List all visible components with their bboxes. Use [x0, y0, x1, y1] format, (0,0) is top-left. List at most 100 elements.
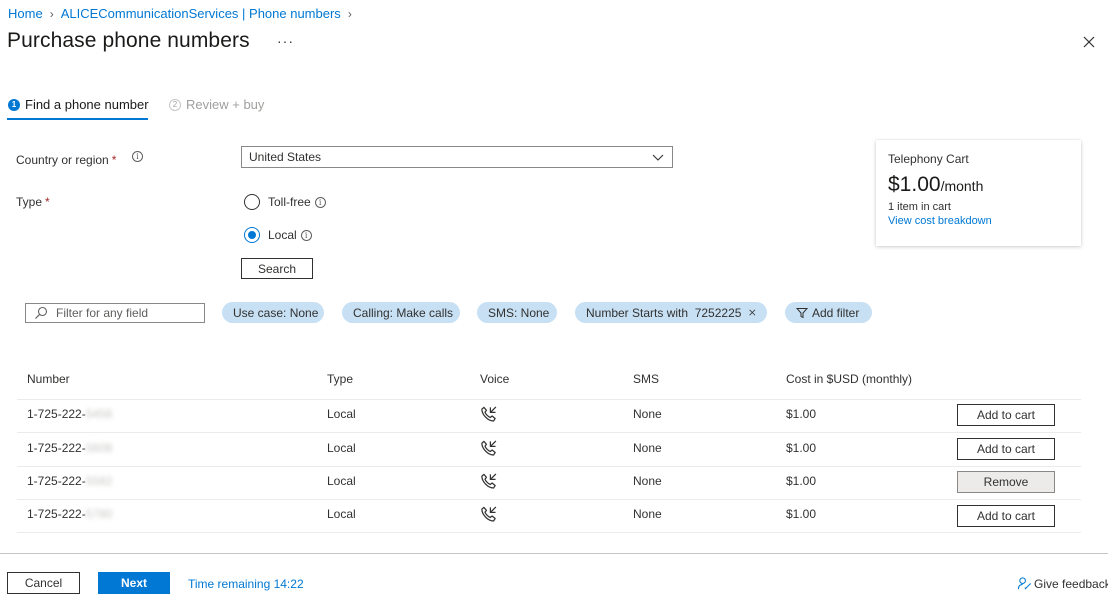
chevron-right-icon: ›: [49, 6, 54, 21]
table-row-cost: $1.00: [786, 407, 817, 421]
table-row-cost: $1.00: [786, 474, 817, 488]
radio-label: Local: [268, 228, 297, 242]
table-row-type: Local: [327, 407, 356, 421]
row-divider: [17, 499, 1081, 500]
close-icon[interactable]: [1079, 32, 1099, 52]
more-options-icon[interactable]: ···: [277, 33, 294, 49]
filter-text-field[interactable]: [56, 306, 196, 320]
add-to-cart-button[interactable]: Add to cart: [957, 505, 1055, 527]
country-select[interactable]: United States: [241, 146, 673, 168]
row-divider: [17, 466, 1081, 467]
column-header-cost: Cost in $USD (monthly): [786, 372, 913, 386]
country-label: Country or region *: [16, 153, 116, 167]
info-icon[interactable]: i: [300, 229, 312, 241]
cart-title: Telephony Cart: [888, 152, 969, 166]
filter-icon: [796, 307, 808, 318]
add-to-cart-button[interactable]: Add to cart: [957, 404, 1055, 426]
breadcrumb: Home › ALICECommunicationServices | Phon…: [8, 6, 359, 21]
active-tab-indicator: [7, 118, 148, 120]
search-icon: [35, 306, 48, 319]
view-cost-breakdown-link[interactable]: View cost breakdown: [888, 215, 1069, 227]
column-header-voice: Voice: [480, 372, 510, 386]
column-header-sms: SMS: [633, 372, 660, 386]
phone-call-icon: [481, 473, 497, 489]
table-row-sms: None: [633, 407, 662, 421]
table-row-number: 1-725-222-5608: [27, 441, 112, 455]
cancel-button[interactable]: Cancel: [7, 572, 80, 594]
row-divider: [17, 532, 1081, 533]
number-prefix: 1-725-222-: [27, 407, 86, 421]
number-redacted: 5456: [85, 407, 113, 421]
table-row-cost: $1.00: [786, 441, 817, 455]
close-icon[interactable]: [749, 307, 756, 318]
step-number-badge: 2: [169, 98, 181, 111]
required-mark: *: [45, 195, 50, 209]
footer-divider: [0, 553, 1108, 554]
remove-from-cart-button[interactable]: Remove: [957, 471, 1055, 493]
country-select-value: United States: [249, 150, 322, 164]
step-label: Review + buy: [186, 97, 265, 112]
telephony-cart-card: Telephony Cart $1.00/month 1 item in car…: [876, 140, 1081, 246]
breadcrumb-resource-link[interactable]: ALICECommunicationServices | Phone numbe…: [61, 6, 341, 21]
filter-pill-use-case[interactable]: Use case: None: [222, 302, 324, 323]
filter-input[interactable]: [25, 303, 205, 323]
tab-find-phone-number[interactable]: 1 Find a phone number: [8, 97, 149, 112]
number-prefix: 1-725-222-: [27, 507, 86, 521]
radio-local[interactable]: Local i: [244, 227, 312, 243]
search-button[interactable]: Search: [241, 258, 313, 279]
radio-toll-free[interactable]: Toll-free i: [244, 194, 326, 210]
filter-pill-starts-with[interactable]: Number Starts with 7252225: [575, 302, 767, 323]
breadcrumb-home-link[interactable]: Home: [8, 6, 43, 21]
type-label: Type *: [16, 195, 50, 209]
tab-review-buy[interactable]: 2 Review + buy: [169, 97, 264, 112]
number-redacted: 5780: [85, 507, 113, 521]
number-redacted: 5608: [85, 441, 113, 455]
cart-price-value: $1.00: [888, 173, 941, 196]
radio-label: Toll-free: [268, 195, 311, 209]
phone-call-icon: [481, 406, 497, 422]
step-number-badge: 1: [8, 98, 20, 111]
info-icon[interactable]: i: [132, 151, 143, 162]
radio-button[interactable]: [244, 227, 260, 243]
table-row-type: Local: [327, 441, 356, 455]
step-label: Find a phone number: [25, 97, 149, 112]
phone-call-icon: [481, 440, 497, 456]
table-row-type: Local: [327, 474, 356, 488]
type-label-text: Type: [16, 195, 43, 209]
add-filter-label: Add filter: [812, 305, 860, 320]
give-feedback-label: Give feedback: [1034, 576, 1108, 591]
next-button[interactable]: Next: [98, 572, 170, 594]
cart-price-period: /month: [940, 178, 984, 194]
give-feedback-link[interactable]: Give feedback: [1017, 576, 1108, 591]
info-icon[interactable]: i: [314, 196, 326, 208]
radio-button[interactable]: [244, 194, 260, 210]
chevron-down-icon: [652, 154, 664, 161]
time-remaining: Time remaining 14:22: [188, 577, 304, 591]
cart-price: $1.00/month: [888, 173, 1069, 197]
phone-call-icon: [481, 506, 497, 522]
table-row-number: 1-725-222-5456: [27, 407, 112, 421]
column-header-type: Type: [327, 372, 354, 386]
cart-item-count: 1 item in cart: [888, 201, 951, 213]
table-row-sms: None: [633, 507, 662, 521]
number-prefix: 1-725-222-: [27, 441, 86, 455]
page-title: Purchase phone numbers: [7, 29, 250, 52]
table-row-sms: None: [633, 441, 662, 455]
add-filter-button[interactable]: Add filter: [785, 302, 872, 323]
number-prefix: 1-725-222-: [27, 474, 86, 488]
column-header-number: Number: [27, 372, 70, 386]
filter-pill-calling[interactable]: Calling: Make calls: [342, 302, 460, 323]
country-label-text: Country or region: [16, 153, 109, 167]
filter-pill-label: Number Starts with 7252225: [586, 305, 742, 320]
table-row-type: Local: [327, 507, 356, 521]
number-redacted: 5582: [85, 474, 113, 488]
filter-pill-sms[interactable]: SMS: None: [477, 302, 557, 323]
add-to-cart-button[interactable]: Add to cart: [957, 438, 1055, 460]
table-row-cost: $1.00: [786, 507, 817, 521]
chevron-right-icon: ›: [347, 6, 352, 21]
required-mark: *: [111, 153, 117, 167]
feedback-icon: [1017, 577, 1031, 590]
row-divider: [17, 432, 1081, 433]
row-divider: [17, 399, 1081, 400]
table-row-number: 1-725-222-5582: [27, 474, 112, 488]
